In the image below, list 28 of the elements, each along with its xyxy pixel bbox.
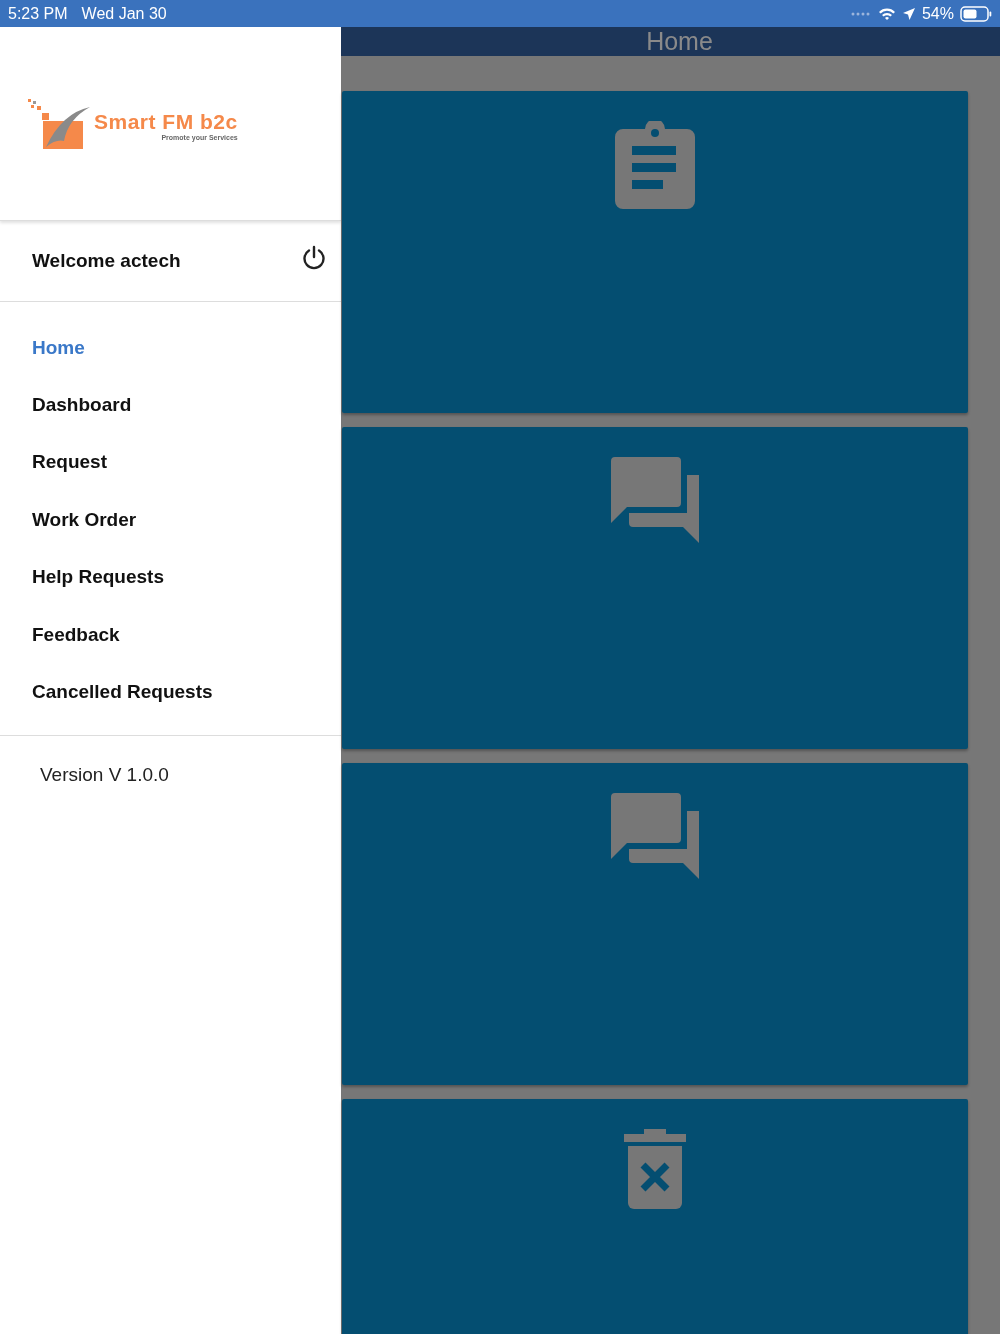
menu-item[interactable]: Work Order [0,491,341,549]
power-icon[interactable] [301,245,327,271]
menu-item[interactable]: Home [0,319,341,377]
battery-icon [960,5,992,22]
menu-card[interactable] [342,427,968,749]
menu-item[interactable]: Cancelled Requests [0,663,341,721]
clipboard-icon [615,121,695,209]
chat-icon [611,793,699,879]
location-arrow-icon [901,6,916,21]
menu-item[interactable]: Feedback [0,605,341,664]
wifi-icon [877,6,896,21]
header-title: Home [646,27,713,56]
menu-card[interactable] [342,91,968,413]
welcome-text: Welcome actech [32,250,182,272]
menu-item[interactable]: Dashboard [0,376,341,434]
menu-card[interactable] [342,1099,968,1334]
signal-dots-icon [849,10,872,17]
status-time: 5:23 PM [8,4,68,23]
logo-icon [28,99,92,151]
version-text: Version V 1.0.0 [39,762,170,787]
battery-percent: 54% [921,4,954,23]
logo-name: Smart FM b2c [94,110,238,134]
chat-icon [611,457,699,543]
status-date: Wed Jan 30 [81,4,167,23]
menu-item[interactable]: Help Requests [0,548,341,606]
trash-icon [624,1129,686,1209]
menu-item[interactable]: Request [0,433,341,492]
menu-card[interactable] [342,763,968,1085]
